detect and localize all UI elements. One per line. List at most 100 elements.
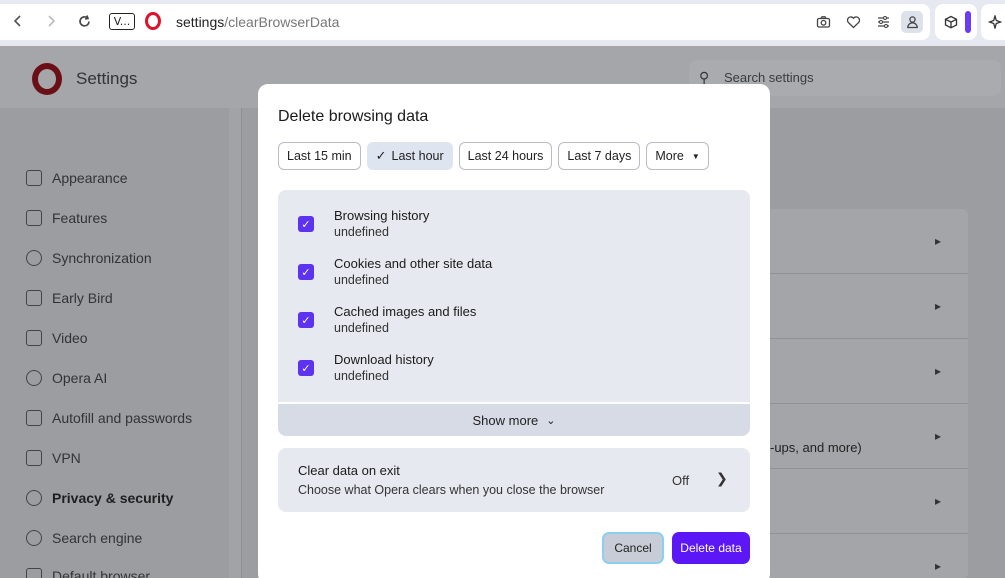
time-range-last-24-hours[interactable]: Last 24 hours [458, 142, 553, 170]
sidebar-divider [241, 108, 242, 578]
cancel-button[interactable]: Cancel [602, 532, 664, 564]
delete-data-button[interactable]: Delete data [672, 532, 750, 564]
vpn-icon [26, 450, 42, 466]
browser-icon [26, 568, 42, 578]
item-sub: undefined [334, 225, 389, 239]
data-types-list: ✓ Browsing history undefined ✓ Cookies a… [278, 190, 750, 402]
sparkle-icon[interactable] [985, 11, 1005, 33]
chevron-right-icon: ❯ [716, 470, 728, 486]
sidebar-item-default-browser[interactable]: Default browser [26, 568, 150, 578]
download-history-checkbox[interactable]: ✓ [298, 360, 314, 376]
sidebar-item-vpn[interactable]: VPN [26, 450, 81, 466]
sidebar-item-label: Appearance [52, 170, 128, 186]
chevron-right-icon[interactable]: ▸ [935, 559, 941, 573]
item-sub: undefined [334, 369, 389, 383]
sidebar-item-opera-ai[interactable]: Opera AI [26, 370, 107, 386]
time-range-last-hour[interactable]: ✓ Last hour [366, 142, 453, 170]
chevron-right-icon[interactable]: ▸ [935, 234, 941, 248]
sidebar-item-label: Opera AI [52, 370, 108, 386]
item-label: Browsing history [334, 208, 430, 223]
account-icon[interactable] [901, 11, 923, 33]
sidebar-item-appearance[interactable]: Appearance [26, 170, 128, 186]
chip-label: Last 24 hours [467, 149, 544, 163]
opera-logo-icon [32, 63, 62, 95]
caret-down-icon: ▼ [691, 151, 700, 161]
sidebar-item-label: VPN [52, 450, 81, 466]
item-label: Cookies and other site data [334, 256, 493, 271]
browsing-history-checkbox[interactable]: ✓ [298, 216, 314, 232]
heart-icon[interactable] [842, 11, 864, 33]
clear-data-on-exit-row[interactable]: Clear data on exit Choose what Opera cle… [278, 448, 750, 512]
item-sub: undefined [334, 321, 389, 335]
cookies-checkbox[interactable]: ✓ [298, 264, 314, 280]
item-label: Download history [334, 352, 434, 367]
time-range-last-7-days[interactable]: Last 7 days [558, 142, 641, 170]
exit-status: Off [672, 473, 690, 488]
arrow-right-icon [48, 15, 56, 27]
cached-images-checkbox[interactable]: ✓ [298, 312, 314, 328]
show-more-button[interactable]: Show more ⌄ [278, 404, 750, 436]
back-button[interactable] [7, 10, 29, 32]
forward-button[interactable] [40, 10, 62, 32]
image-icon [26, 170, 42, 186]
search-placeholder: Search settings [724, 70, 814, 85]
sidebar-item-search-engine[interactable]: Search engine [26, 530, 142, 546]
list-item-cookies[interactable]: ✓ Cookies and other site data undefined [298, 256, 738, 296]
chevron-down-icon: ⌄ [546, 414, 556, 427]
time-range-more-dropdown[interactable]: More ▼ [646, 142, 709, 170]
item-sub: undefined [334, 273, 389, 287]
shield-icon [26, 490, 42, 506]
card-fragment-text: -ups, and more) [770, 440, 862, 455]
chevron-right-icon[interactable]: ▸ [935, 429, 941, 443]
address-bar-container [0, 4, 930, 40]
sidebar-item-synchronization[interactable]: Synchronization [26, 250, 152, 266]
sidebar-item-early-bird[interactable]: Early Bird [26, 290, 113, 306]
chip-label: Last hour [391, 149, 444, 163]
reload-button[interactable] [73, 10, 95, 32]
reload-icon [78, 14, 90, 27]
list-item-cached-images[interactable]: ✓ Cached images and files undefined [298, 304, 738, 344]
sidebar-item-label: Default browser [52, 568, 151, 578]
sidebar-item-label: Features [52, 210, 108, 226]
opera-logo-icon [145, 12, 161, 30]
camera-icon[interactable] [812, 11, 834, 33]
exit-title: Clear data on exit [298, 463, 400, 478]
sidebar-item-label: Video [52, 330, 88, 346]
box-icon[interactable] [940, 11, 962, 33]
dialog-title: Delete browsing data [278, 108, 429, 125]
sliders-icon[interactable] [872, 11, 894, 33]
chevron-right-icon[interactable]: ▸ [935, 364, 941, 378]
show-more-label: Show more [472, 412, 539, 428]
chevron-right-icon[interactable]: ▸ [935, 299, 941, 313]
exit-description: Choose what Opera clears when you close … [298, 483, 605, 497]
key-icon [26, 410, 42, 426]
sidebar-item-autofill[interactable]: Autofill and passwords [26, 410, 192, 426]
play-icon [26, 330, 42, 346]
flask-icon [26, 290, 42, 306]
active-extension-indicator [965, 11, 971, 33]
sidebar-item-features[interactable]: Features [26, 210, 107, 226]
address-host: settings [176, 14, 225, 30]
list-icon [26, 210, 42, 226]
sidebar-item-privacy-security[interactable]: Privacy & security [26, 490, 173, 506]
tab-chip[interactable]: V... [109, 13, 135, 30]
sidebar-scrollbar[interactable] [229, 108, 241, 578]
address-text[interactable]: settings/clearBrowserData [176, 14, 339, 30]
delete-browsing-data-dialog: Delete browsing data Last 15 min ✓ Last h… [258, 84, 770, 578]
arrow-left-icon [13, 15, 21, 27]
chip-label: Last 7 days [567, 149, 632, 163]
sidebar-item-video[interactable]: Video [26, 330, 88, 346]
time-range-chips: Last 15 min ✓ Last hour Last 24 hours Las… [278, 142, 709, 170]
check-icon: ✓ [375, 148, 387, 163]
list-item-download-history[interactable]: ✓ Download history undefined [298, 352, 738, 392]
search-icon [26, 530, 42, 546]
sync-icon [26, 250, 42, 266]
sidebar-item-label: Autofill and passwords [52, 410, 193, 426]
list-item-browsing-history[interactable]: ✓ Browsing history undefined [298, 208, 738, 248]
chevron-right-icon[interactable]: ▸ [935, 494, 941, 508]
time-range-last-15-min[interactable]: Last 15 min [278, 142, 361, 170]
sidebar-item-label: Search engine [52, 530, 143, 546]
chip-label: More [655, 149, 684, 163]
item-label: Cached images and files [334, 304, 477, 319]
page-title: Settings [76, 69, 138, 88]
